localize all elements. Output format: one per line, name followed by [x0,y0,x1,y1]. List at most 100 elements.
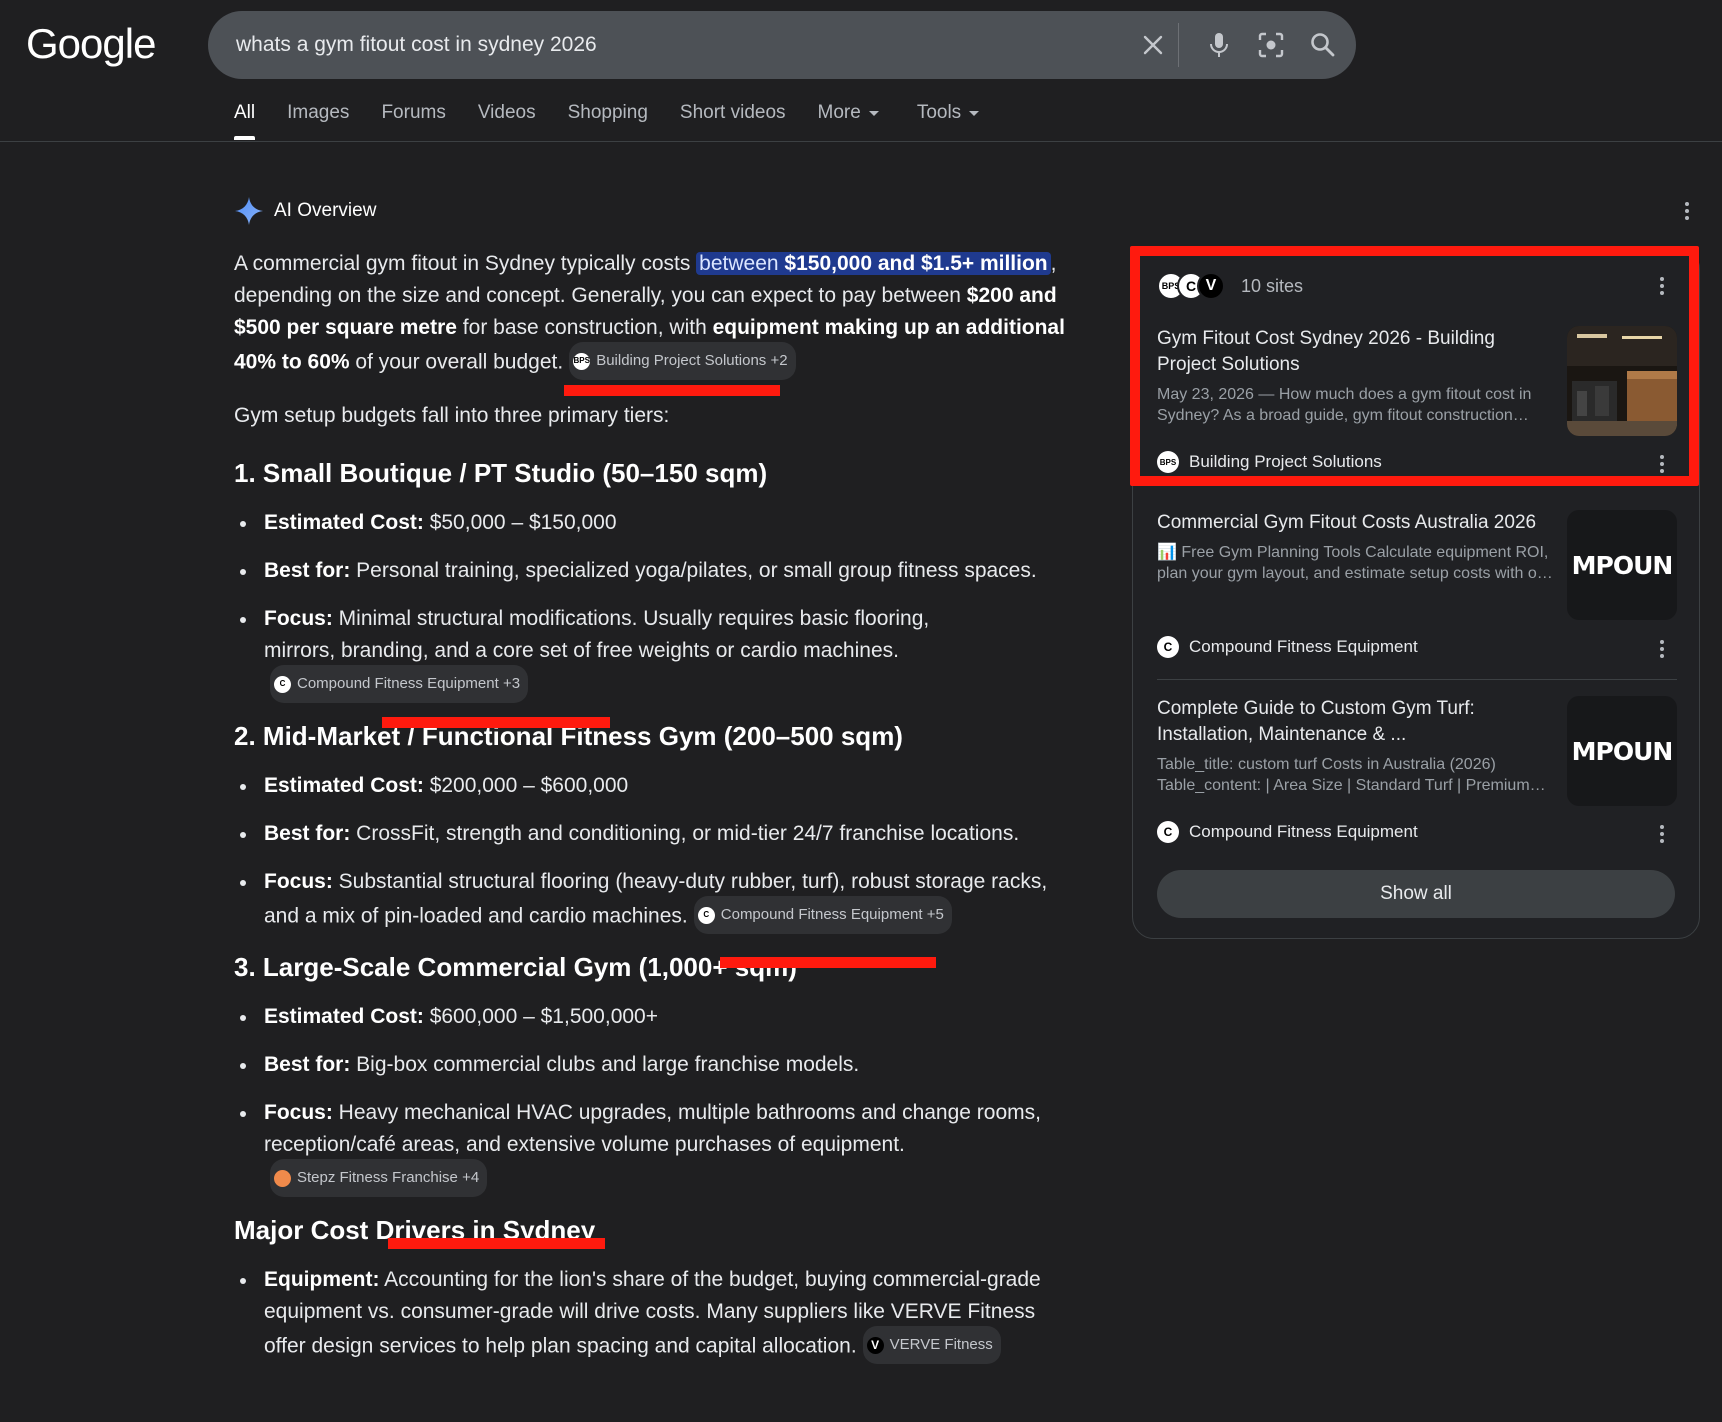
intro-text: for base construction, with [456,316,713,339]
source-chip-label: Compound Fitness Equipment +5 [720,906,944,923]
card-divider [1157,679,1677,680]
source-chip-label: Compound Fitness Equipment +3 [297,675,521,692]
tab-tools[interactable]: Tools [917,102,980,124]
annotation-box [1130,246,1699,486]
more-options-icon[interactable] [1657,640,1667,658]
thumbnail-logo-text: MPOUN [1571,550,1674,580]
ai-overview-label: AI Overview [274,200,377,221]
annotation-underline [720,957,936,968]
tab-shopping[interactable]: Shopping [568,102,648,124]
sparkle-icon [235,197,263,225]
tab-images[interactable]: Images [287,102,349,124]
list-item: Best for: Big-box commercial clubs and l… [234,1049,1074,1081]
verve-favicon-icon: V [866,1336,884,1354]
source-attribution[interactable]: C Compound Fitness Equipment [1157,821,1418,843]
chevron-down-icon [868,110,879,116]
item-label: Best for: [264,559,351,582]
source-chip[interactable]: Stepz Fitness Franchise +4 [270,1159,488,1197]
source-chip-label: VERVE Fitness [889,1336,993,1353]
list-item: Best for: Personal training, specialized… [234,555,1074,587]
more-options-icon[interactable] [1682,202,1692,220]
item-text: $600,000 – $1,500,000+ [423,1005,658,1028]
ai-overview-header: AI Overview [234,196,376,226]
compound-favicon-icon: C [1157,636,1179,658]
annotation-underline [382,717,610,728]
bps-favicon-icon: BPS [573,352,591,370]
tier-heading: 1. Small Boutique / PT Studio (50–150 sq… [234,458,768,488]
source-chip[interactable]: C Compound Fitness Equipment +5 [693,896,952,934]
source-chip[interactable]: C Compound Fitness Equipment +3 [270,665,529,703]
source-name: Compound Fitness Equipment [1189,637,1418,656]
tier-heading: 2. Mid-Market / Functional Fitness Gym (… [234,721,903,751]
intro-text: A commercial gym fitout in Sydney typica… [234,252,697,275]
search-tabs: All Images Forums Videos Shopping Short … [234,102,1011,140]
compound-logo-thumbnail: MPOUN [1567,696,1677,806]
item-text: Minimal structural modifications. Usuall… [264,607,930,662]
annotation-underline [564,385,780,396]
tier-list: Estimated Cost: $50,000 – $150,000 Best … [234,507,1074,705]
item-text: $50,000 – $150,000 [423,511,617,534]
search-icon[interactable] [1306,28,1340,62]
item-text: $200,000 – $600,000 [423,774,629,797]
item-text: Personal training, specialized yoga/pila… [350,559,1037,582]
source-card-snippet: Table_title: custom turf Costs in Austra… [1157,756,1546,794]
list-item: Focus: Minimal structural modifications.… [234,603,1074,705]
compound-favicon-icon: C [697,906,715,924]
clear-icon[interactable] [1136,28,1170,62]
item-text: Heavy mechanical HVAC upgrades, multiple… [264,1101,1041,1156]
item-label: Focus: [264,870,333,893]
item-label: Estimated Cost: [264,1005,424,1028]
tab-short-videos[interactable]: Short videos [680,102,786,124]
tab-forums[interactable]: Forums [381,102,445,124]
compound-logo-thumbnail: MPOUN [1567,510,1677,620]
item-label: Best for: [264,822,351,845]
source-name: Compound Fitness Equipment [1189,822,1418,841]
item-label: Estimated Cost: [264,774,424,797]
annotation-underline [388,1238,605,1249]
source-chip[interactable]: BPS Building Project Solutions +2 [569,342,796,380]
tab-more[interactable]: More [818,102,879,124]
mic-icon[interactable] [1202,28,1236,62]
google-logo[interactable]: Google [26,20,156,68]
source-card-snippet: 📊 Free Gym Planning Tools Calculate equi… [1157,544,1553,582]
tab-all[interactable]: All [234,102,256,140]
highlighted-answer[interactable]: between $150,000 and $1.5+ million [696,252,1051,275]
list-item: Estimated Cost: $600,000 – $1,500,000+ [234,1001,1074,1033]
source-card-title[interactable]: Complete Guide to Custom Gym Turf: Insta… [1157,696,1557,748]
tier-heading: 3. Large-Scale Commercial Gym (1,000+ sq… [234,952,797,982]
list-item: Focus: Substantial structural flooring (… [234,866,1074,936]
source-chip-label: Building Project Solutions +2 [596,352,788,369]
item-label: Best for: [264,1053,351,1076]
list-item: Equipment: Accounting for the lion's sha… [234,1264,1074,1366]
search-bar[interactable]: whats a gym fitout cost in sydney 2026 [208,11,1356,79]
source-attribution[interactable]: C Compound Fitness Equipment [1157,636,1418,658]
highlight-prefix: between [699,252,785,275]
lens-icon[interactable] [1254,28,1288,62]
intro-text: of your overall budget. [349,350,564,374]
source-card-title[interactable]: Commercial Gym Fitout Costs Australia 20… [1157,510,1557,536]
item-label: Focus: [264,1101,333,1124]
source-card[interactable]: Commercial Gym Fitout Costs Australia 20… [1157,510,1677,620]
thumbnail-logo-text: MPOUN [1571,736,1674,766]
stepz-favicon-icon [274,1169,291,1187]
source-chip[interactable]: V VERVE Fitness [862,1326,1001,1364]
header-divider [0,141,1722,142]
show-all-button[interactable]: Show all [1157,870,1675,918]
item-label: Estimated Cost: [264,511,424,534]
search-input[interactable]: whats a gym fitout cost in sydney 2026 [236,33,597,57]
source-chip-label: Stepz Fitness Franchise +4 [297,1169,480,1186]
tab-videos[interactable]: Videos [478,102,536,124]
chevron-down-icon [969,110,980,116]
ai-overview-body: A commercial gym fitout in Sydney typica… [234,248,1074,1382]
more-options-icon[interactable] [1657,825,1667,843]
section-heading: Major Cost Drivers in Sydney [234,1215,596,1245]
compound-favicon-icon: C [274,675,291,693]
tab-more-label: More [817,102,861,123]
list-item: Focus: Heavy mechanical HVAC upgrades, m… [234,1097,1074,1199]
compound-favicon-icon: C [1157,821,1179,843]
item-text: Big-box commercial clubs and large franc… [350,1053,860,1076]
tiers-intro: Gym setup budgets fall into three primar… [234,404,670,427]
source-card[interactable]: Complete Guide to Custom Gym Turf: Insta… [1157,696,1677,806]
list-item: Estimated Cost: $200,000 – $600,000 [234,770,1074,802]
list-item: Best for: CrossFit, strength and conditi… [234,818,1074,850]
